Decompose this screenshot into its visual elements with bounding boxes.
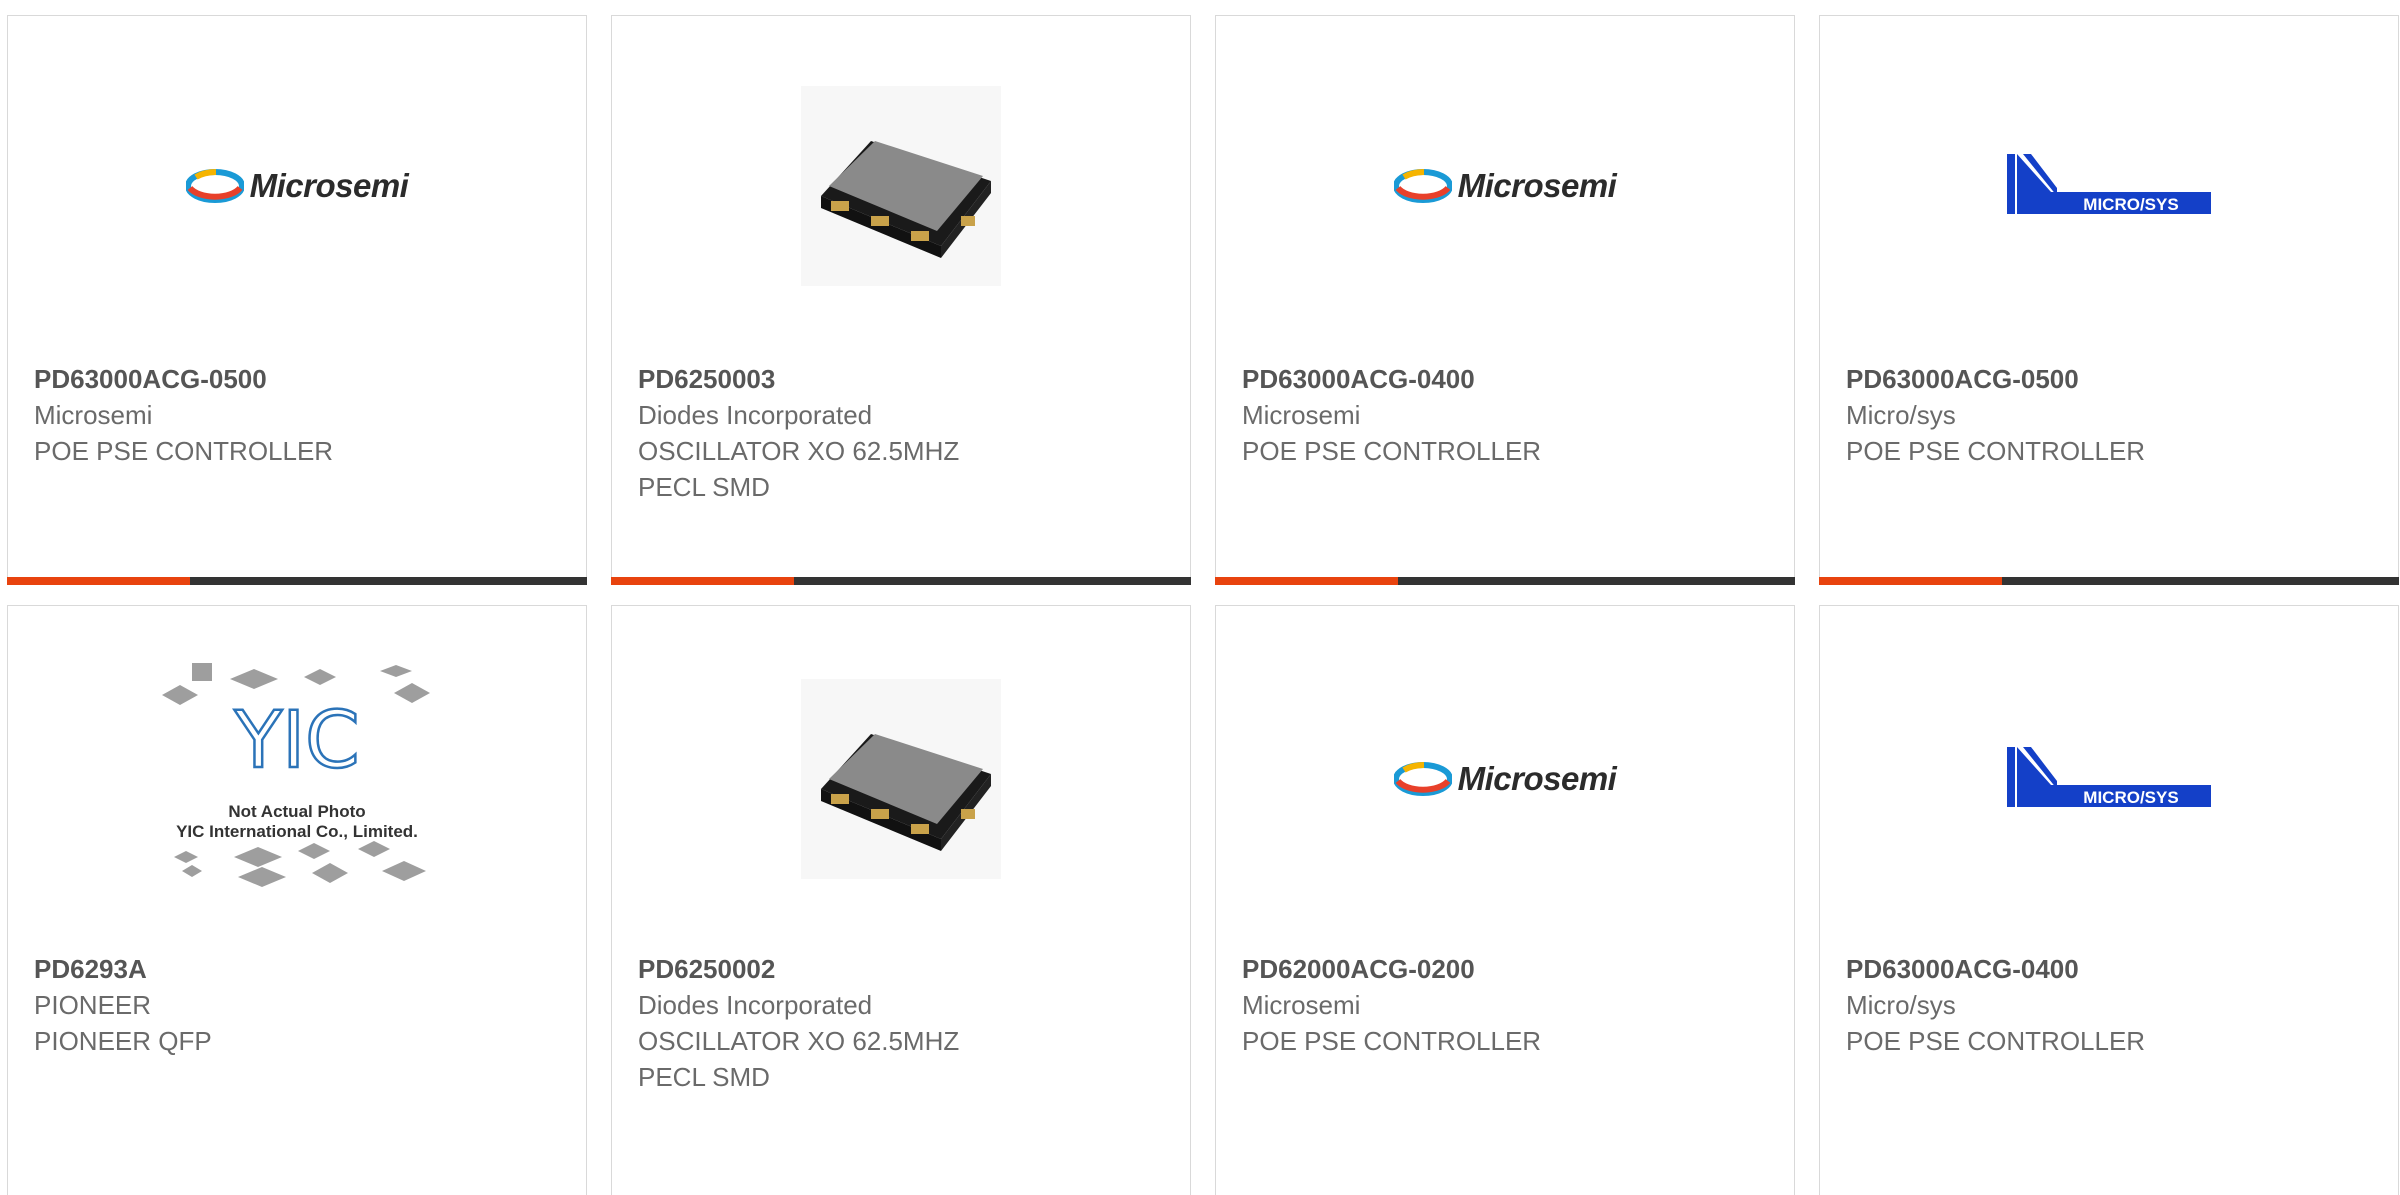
part-number[interactable]: PD63000ACG-0400 bbox=[1242, 361, 1774, 397]
product-card[interactable]: YIC Not Actual Photo YIC International C… bbox=[7, 605, 587, 1195]
description: POE PSE CONTROLLER bbox=[34, 436, 334, 466]
card-accent-bar bbox=[611, 577, 794, 585]
product-card[interactable]: Microsemi PD63000ACG-0400 Microsemi POE … bbox=[1215, 15, 1795, 585]
product-image[interactable]: MICRO/SYS bbox=[1820, 606, 2398, 951]
card-bottom-bar bbox=[1819, 577, 2399, 585]
card-accent-bar bbox=[7, 577, 190, 585]
product-card[interactable]: MICRO/SYS PD63000ACG-0400 Micro/sys POE … bbox=[1819, 605, 2399, 1195]
description: POE PSE CONTROLLER bbox=[1846, 436, 2146, 466]
product-image[interactable]: YIC Not Actual Photo YIC International C… bbox=[8, 606, 586, 951]
part-number[interactable]: PD6250003 bbox=[638, 361, 1170, 397]
description: PIONEER QFP bbox=[34, 1026, 212, 1056]
part-number[interactable]: PD6250002 bbox=[638, 951, 1170, 987]
manufacturer: Microsemi bbox=[1242, 400, 1361, 430]
oscillator-chip-image bbox=[801, 678, 1001, 879]
description: POE PSE CONTROLLER bbox=[1242, 436, 1542, 466]
part-number[interactable]: PD6293A bbox=[34, 951, 566, 987]
manufacturer: Diodes Incorporated bbox=[638, 990, 873, 1020]
part-number[interactable]: PD62000ACG-0200 bbox=[1242, 951, 1774, 987]
svg-text:MICRO/SYS: MICRO/SYS bbox=[2083, 788, 2178, 807]
product-card[interactable]: Microsemi PD63000ACG-0500 Microsemi POE … bbox=[7, 15, 587, 585]
manufacturer: PIONEER bbox=[34, 990, 152, 1020]
product-image[interactable] bbox=[612, 606, 1190, 951]
product-info: PD6250002 Diodes Incorporated OSCILLATOR… bbox=[638, 951, 1170, 1095]
card-bottom-bar bbox=[7, 577, 587, 585]
manufacturer: Micro/sys bbox=[1846, 400, 1956, 430]
microsemi-logo: Microsemi bbox=[1393, 167, 1617, 205]
product-info: PD63000ACG-0400 Micro/sys POE PSE CONTRO… bbox=[1846, 951, 2378, 1059]
product-image[interactable] bbox=[612, 16, 1190, 356]
part-number[interactable]: PD63000ACG-0500 bbox=[1846, 361, 2378, 397]
microsys-logo: MICRO/SYS bbox=[2007, 746, 2211, 807]
manufacturer: Micro/sys bbox=[1846, 990, 1956, 1020]
manufacturer: Microsemi bbox=[34, 400, 153, 430]
svg-text:MICRO/SYS: MICRO/SYS bbox=[2083, 195, 2178, 214]
product-info: PD63000ACG-0500 Microsemi POE PSE CONTRO… bbox=[34, 361, 566, 469]
svg-text:Not Actual Photo: Not Actual Photo bbox=[228, 802, 365, 821]
svg-text:YIC: YIC bbox=[233, 696, 359, 786]
product-info: PD63000ACG-0500 Micro/sys POE PSE CONTRO… bbox=[1846, 361, 2378, 469]
part-number[interactable]: PD63000ACG-0500 bbox=[34, 361, 566, 397]
svg-text:YIC International Co., Limited: YIC International Co., Limited. bbox=[176, 822, 418, 841]
microsemi-logo: Microsemi bbox=[1393, 760, 1617, 798]
manufacturer: Diodes Incorporated bbox=[638, 400, 873, 430]
oscillator-chip-image bbox=[801, 86, 1001, 286]
card-bottom-bar bbox=[1215, 577, 1795, 585]
product-image[interactable]: Microsemi bbox=[1216, 606, 1794, 951]
product-info: PD62000ACG-0200 Microsemi POE PSE CONTRO… bbox=[1242, 951, 1774, 1059]
product-grid: Microsemi PD63000ACG-0500 Microsemi POE … bbox=[0, 0, 2400, 1195]
yic-placeholder-image: YIC Not Actual Photo YIC International C… bbox=[162, 662, 430, 887]
product-image[interactable]: Microsemi bbox=[8, 16, 586, 356]
product-card[interactable]: PD6250002 Diodes Incorporated OSCILLATOR… bbox=[611, 605, 1191, 1195]
description: POE PSE CONTROLLER bbox=[1242, 1026, 1542, 1056]
product-card[interactable]: PD6250003 Diodes Incorporated OSCILLATOR… bbox=[611, 15, 1191, 585]
product-image[interactable]: Microsemi bbox=[1216, 16, 1794, 356]
part-number[interactable]: PD63000ACG-0400 bbox=[1846, 951, 2378, 987]
manufacturer: Microsemi bbox=[1242, 990, 1361, 1020]
microsemi-logo: Microsemi bbox=[185, 167, 409, 205]
card-accent-bar bbox=[1819, 577, 2002, 585]
card-bottom-bar bbox=[611, 577, 1191, 585]
product-card[interactable]: MICRO/SYS PD63000ACG-0500 Micro/sys POE … bbox=[1819, 15, 2399, 585]
product-image[interactable]: MICRO/SYS bbox=[1820, 16, 2398, 356]
description: POE PSE CONTROLLER bbox=[1846, 1026, 2146, 1056]
product-info: PD6250003 Diodes Incorporated OSCILLATOR… bbox=[638, 361, 1170, 505]
card-accent-bar bbox=[1215, 577, 1398, 585]
product-info: PD63000ACG-0400 Microsemi POE PSE CONTRO… bbox=[1242, 361, 1774, 469]
description: OSCILLATOR XO 62.5MHZ PECL SMD bbox=[638, 436, 960, 502]
description: OSCILLATOR XO 62.5MHZ PECL SMD bbox=[638, 1026, 960, 1092]
product-card[interactable]: Microsemi PD62000ACG-0200 Microsemi POE … bbox=[1215, 605, 1795, 1195]
microsys-logo: MICRO/SYS bbox=[2007, 154, 2211, 214]
product-info: PD6293A PIONEER PIONEER QFP bbox=[34, 951, 566, 1059]
